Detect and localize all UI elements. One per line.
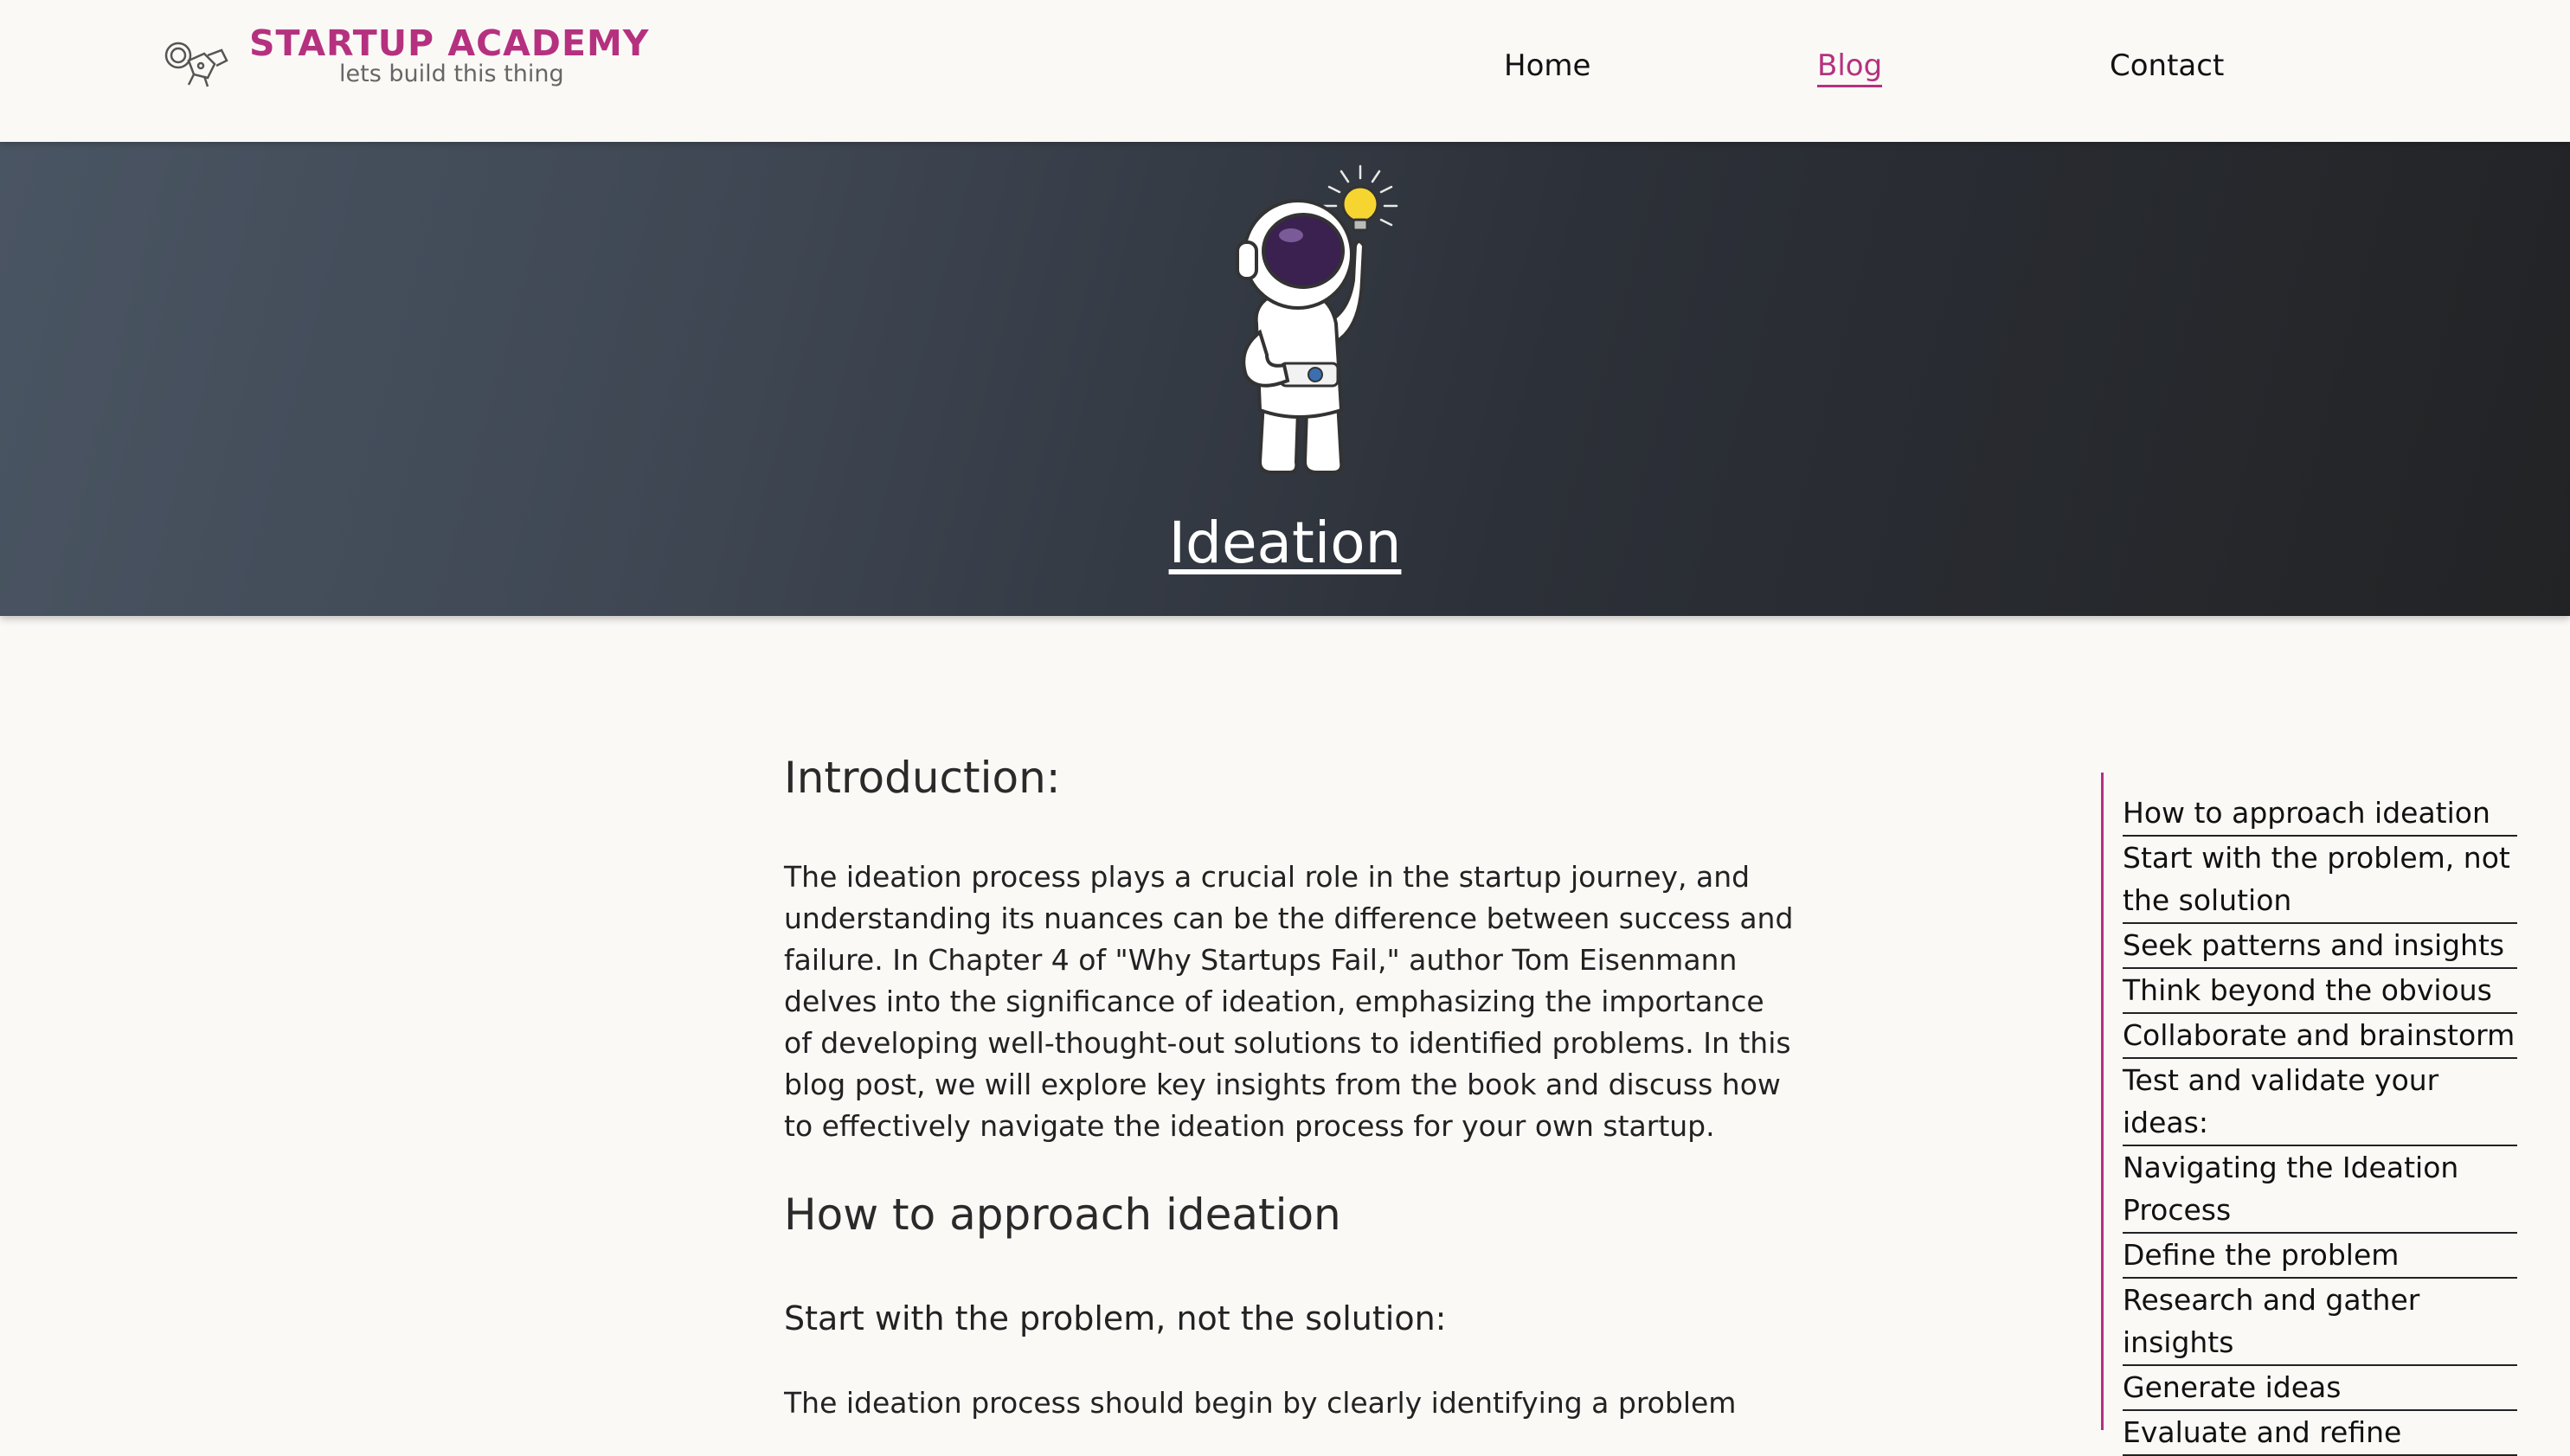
intro-heading: Introduction:	[784, 753, 1061, 803]
start-problem-paragraph: The ideation process should begin by cle…	[784, 1386, 1737, 1420]
toc-item-think-beyond[interactable]: Think beyond the obvious	[2123, 969, 2517, 1014]
toc-list: How to approach ideation Start with the …	[2104, 792, 2517, 1456]
intro-paragraph: The ideation process plays a crucial rol…	[784, 860, 1794, 1143]
toc-item-evaluate-refine[interactable]: Evaluate and refine	[2123, 1411, 2517, 1456]
astronaut-lightbulb-illustration	[1236, 164, 1398, 474]
toc-item-collaborate[interactable]: Collaborate and brainstorm	[2123, 1014, 2517, 1059]
toc-item-test-validate[interactable]: Test and validate your ideas:	[2123, 1059, 2517, 1146]
brand-tagline: lets build this thing	[339, 61, 564, 87]
brand-title[interactable]: STARTUP ACADEMY	[249, 22, 649, 64]
toc-item-seek-patterns[interactable]: Seek patterns and insights	[2123, 924, 2517, 969]
toc-item-research-insights[interactable]: Research and gather insights	[2123, 1279, 2517, 1366]
site-header: STARTUP ACADEMY lets build this thing Ho…	[0, 0, 2570, 142]
nav-contact-link[interactable]: Contact	[2110, 48, 2224, 83]
toc-item-generate-ideas[interactable]: Generate ideas	[2123, 1366, 2517, 1411]
toc-item-approach-ideation[interactable]: How to approach ideation	[2123, 792, 2517, 837]
nav-home-link[interactable]: Home	[1504, 48, 1590, 83]
toc-item-navigating-process[interactable]: Navigating the Ideation Process	[2123, 1146, 2517, 1234]
approach-heading: How to approach ideation	[784, 1190, 1341, 1240]
astronaut-outline-icon[interactable]	[159, 35, 232, 90]
toc-item-define-problem[interactable]: Define the problem	[2123, 1234, 2517, 1279]
table-of-contents: How to approach ideation Start with the …	[2101, 773, 2517, 1456]
toc-item-start-with-problem[interactable]: Start with the problem, not the solution	[2123, 837, 2517, 924]
start-problem-heading: Start with the problem, not the solution…	[784, 1299, 1447, 1337]
nav-blog-link[interactable]: Blog	[1817, 48, 1883, 87]
page-title: Ideation	[1168, 510, 1402, 576]
hero-banner: Ideation	[0, 142, 2570, 616]
